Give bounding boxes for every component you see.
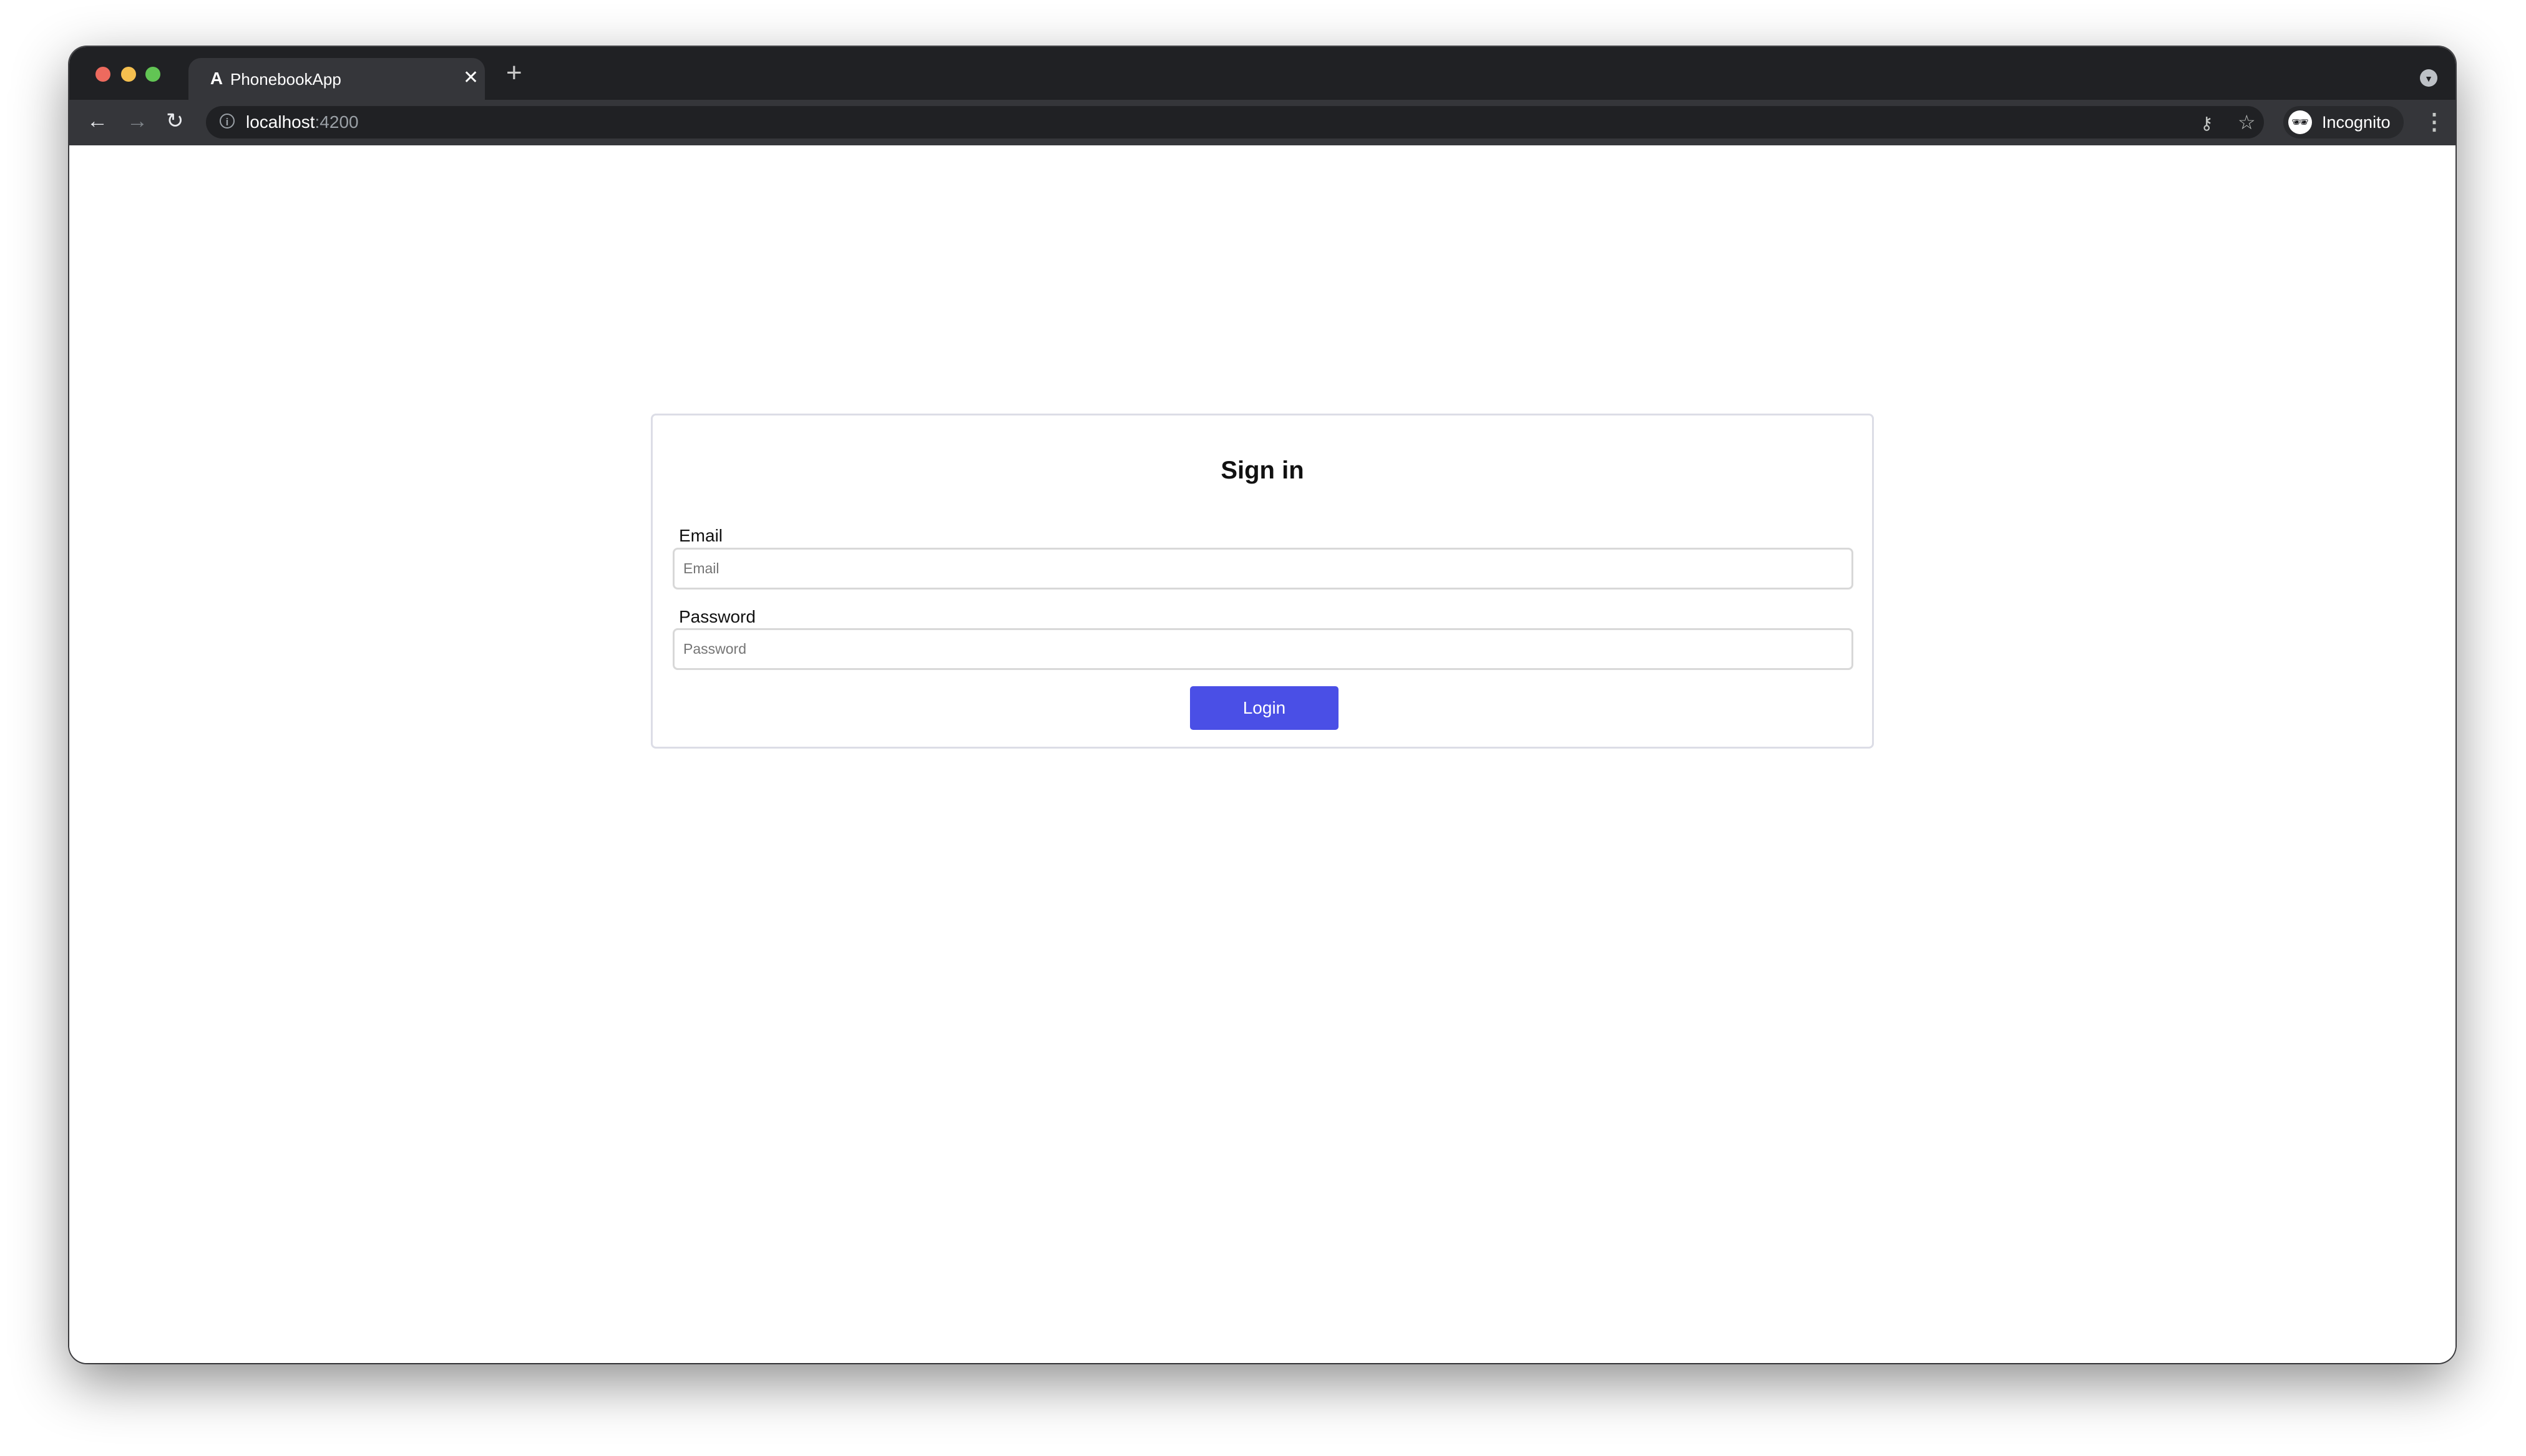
star-icon[interactable]: ☆ (2238, 111, 2256, 133)
tab-phonebookapp[interactable]: A PhonebookApp ✕ (188, 58, 485, 100)
arrow-right-icon[interactable]: → (127, 109, 148, 133)
url-host: localhost (246, 112, 315, 132)
email-label: Email (679, 526, 723, 545)
info-icon[interactable]: i (220, 114, 235, 129)
page-title: Sign in (1221, 457, 1304, 484)
profile-label: Incognito (2322, 113, 2391, 132)
key-icon[interactable]: ⚷ (2200, 112, 2213, 135)
url-text: localhost:4200 (246, 112, 359, 132)
page-content: Sign in Email Password Login (69, 145, 2455, 1363)
login-button[interactable]: Login (1190, 686, 1339, 730)
kebab-menu-icon[interactable]: ⋮ (2423, 107, 2446, 136)
reload-icon[interactable]: ↻ (166, 109, 184, 133)
arrow-left-icon[interactable]: ← (87, 109, 108, 133)
password-field[interactable] (673, 628, 1853, 670)
sign-in-card: Sign in Email Password Login (651, 414, 1874, 749)
minimize-window-button[interactable] (121, 67, 136, 82)
tab-search-dropdown-icon[interactable]: ▼ (2420, 69, 2437, 87)
angular-favicon-icon: A (210, 69, 223, 88)
close-window-button[interactable] (95, 67, 110, 82)
browser-window: A PhonebookApp ✕ + ▼ ← → ↻ i localhost:4… (69, 47, 2455, 1363)
email-field[interactable] (673, 548, 1853, 590)
address-bar[interactable]: i localhost:4200 ⚷ ☆ (206, 106, 2264, 138)
password-label: Password (679, 607, 756, 626)
browser-toolbar: ← → ↻ i localhost:4200 ⚷ ☆ 🕶 Incognito ⋮ (69, 100, 2455, 147)
maximize-window-button[interactable] (145, 67, 160, 82)
close-icon[interactable]: ✕ (463, 67, 479, 89)
tab-strip: A PhonebookApp ✕ + ▼ (69, 47, 2455, 100)
url-port: :4200 (315, 112, 359, 132)
tab-title: PhonebookApp (230, 70, 341, 89)
incognito-profile-button[interactable]: 🕶 Incognito (2283, 106, 2404, 138)
incognito-icon: 🕶 (2288, 110, 2312, 134)
plus-icon[interactable]: + (506, 59, 522, 87)
